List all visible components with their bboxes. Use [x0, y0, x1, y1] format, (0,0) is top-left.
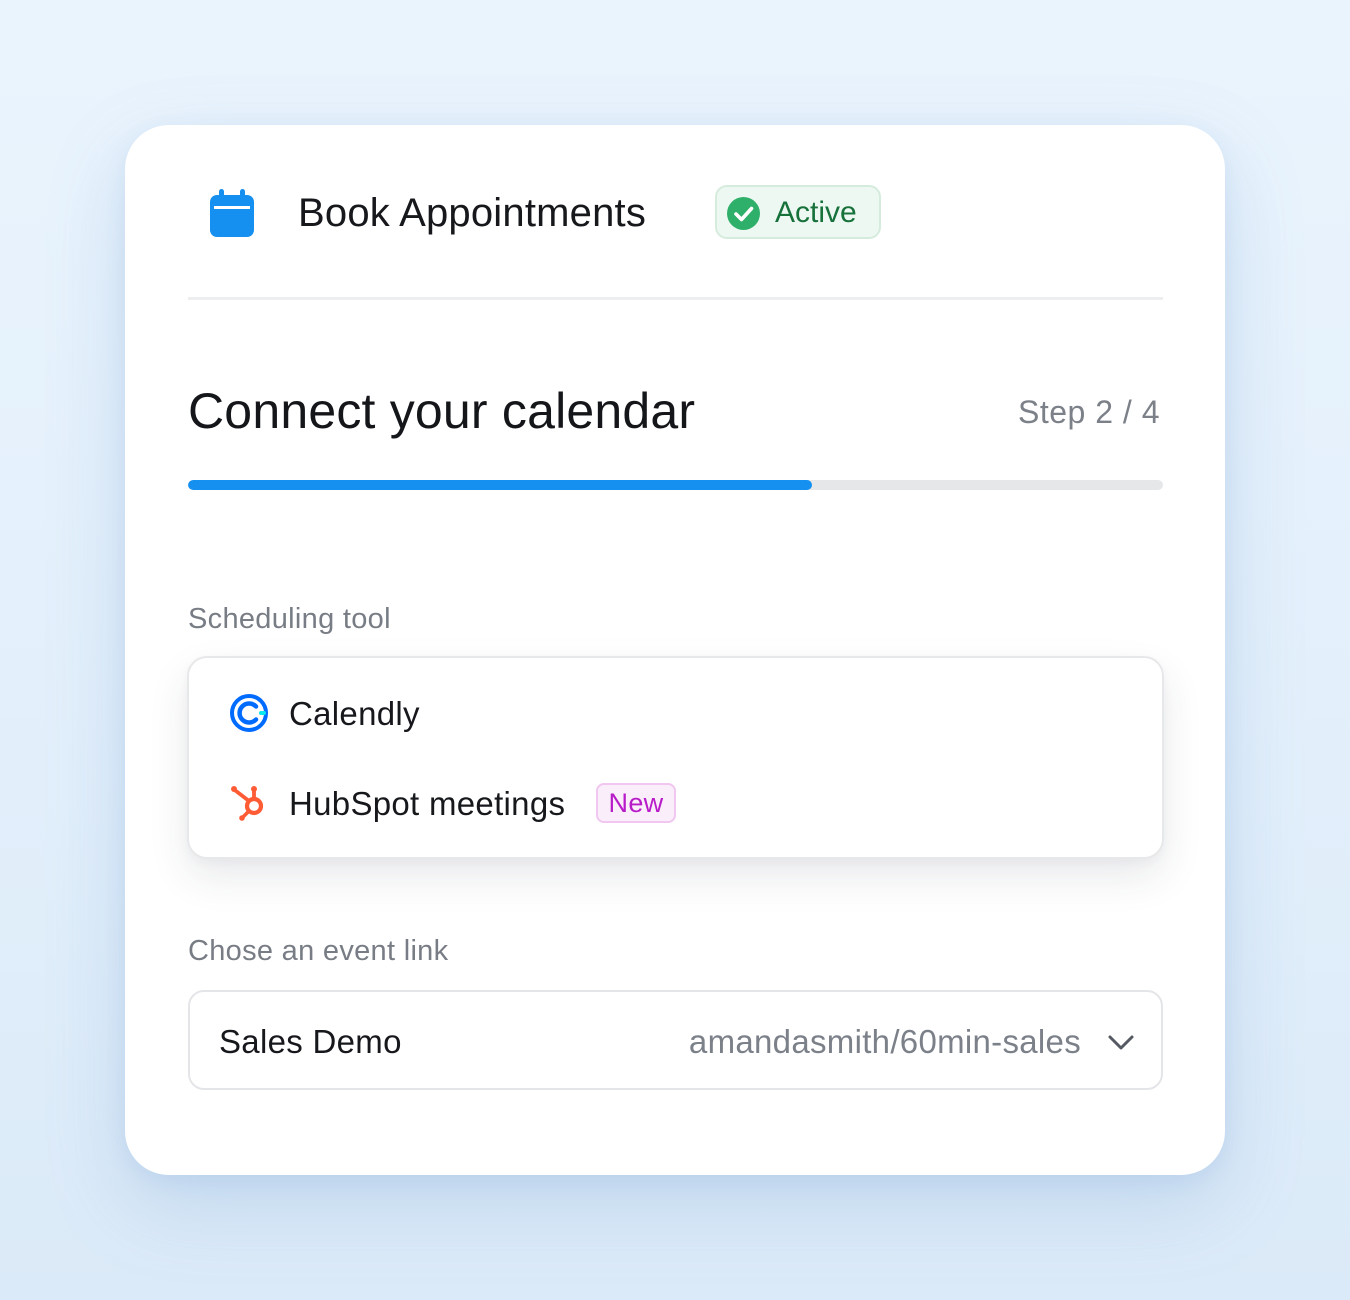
card-header: Book Appointments Active	[188, 185, 1163, 300]
option-calendly[interactable]: Calendly	[189, 673, 1162, 753]
option-label: HubSpot meetings	[289, 785, 566, 822]
event-link-label: Chose an event link	[188, 935, 449, 967]
check-circle-icon	[727, 197, 760, 230]
progress-fill	[188, 480, 812, 490]
option-label: Calendly	[289, 695, 420, 732]
status-badge: Active	[715, 185, 881, 239]
event-link-select[interactable]: Sales Demo amandasmith/60min-sales	[188, 990, 1163, 1090]
chevron-down-icon[interactable]	[1107, 1030, 1135, 1054]
selected-event-name: Sales Demo	[219, 1023, 402, 1060]
book-appointments-card: Book Appointments Active Connect your ca…	[125, 125, 1225, 1175]
hubspot-logo-icon	[229, 783, 269, 823]
new-badge: New	[596, 783, 676, 823]
status-label: Active	[775, 196, 857, 229]
scheduling-tool-label: Scheduling tool	[188, 603, 391, 635]
scheduling-tool-menu: Calendly HubSpot meetings New	[187, 656, 1164, 859]
app-title: Book Appointments	[298, 191, 647, 235]
calendar-icon	[210, 189, 254, 237]
calendly-logo-icon	[229, 693, 269, 733]
option-hubspot-meetings[interactable]: HubSpot meetings New	[189, 763, 1162, 843]
selected-event-link: amandasmith/60min-sales	[688, 1023, 1081, 1060]
step-counter: Step 2 / 4	[1018, 394, 1160, 430]
step-title: Connect your calendar	[188, 383, 696, 439]
progress-bar	[188, 480, 1163, 490]
